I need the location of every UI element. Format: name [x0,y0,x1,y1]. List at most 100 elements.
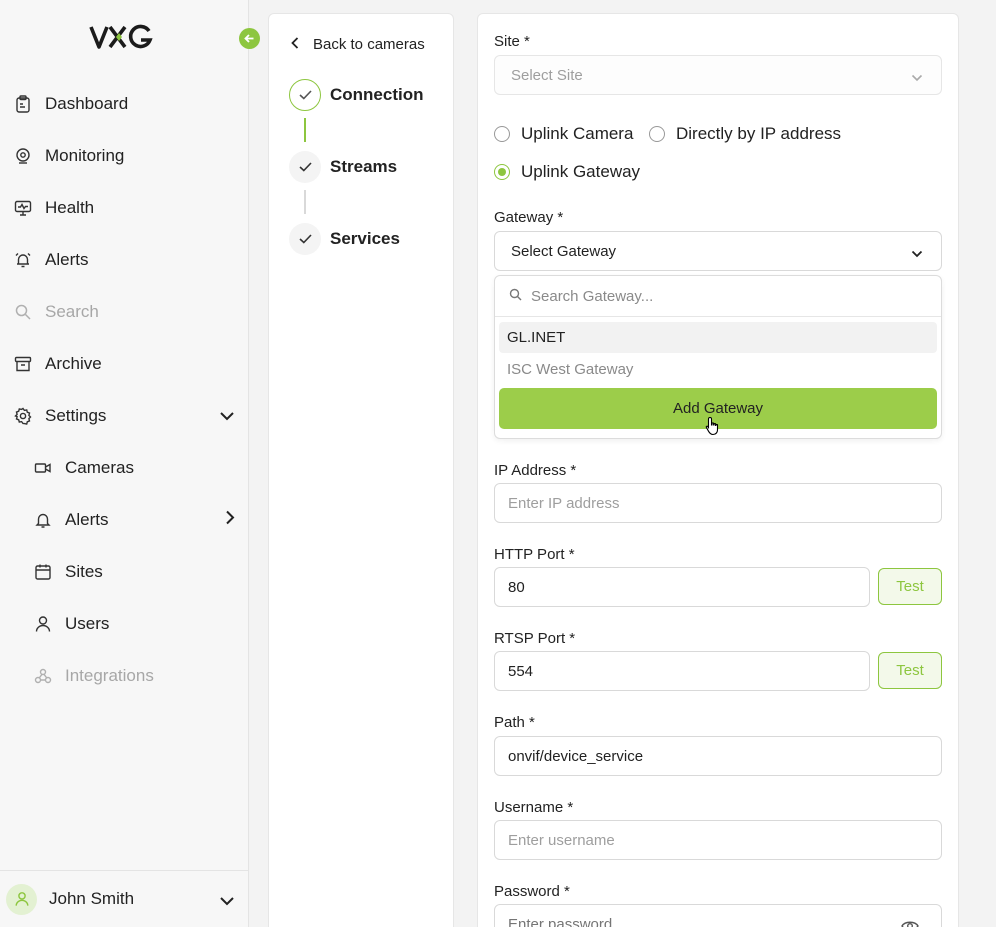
gateway-select[interactable]: Select Gateway [494,231,942,271]
gear-icon [14,407,32,425]
sidebar-item-sites[interactable]: Sites [34,552,103,592]
step-streams[interactable]: Streams [289,151,397,183]
calendar-icon [34,563,52,581]
username-label: Username * [494,799,574,816]
sidebar-item-cameras[interactable]: Cameras [34,448,134,488]
gateway-option[interactable]: ISC West Gateway [499,354,937,385]
sidebar-item-users[interactable]: Users [34,604,109,644]
clipboard-icon [14,95,32,113]
radio-indicator [649,126,665,142]
username-input[interactable] [494,820,942,860]
test-rtsp-port-button[interactable]: Test [878,652,942,689]
hand-cursor-icon [705,416,721,441]
radio-indicator-selected [494,164,510,180]
sidebar-item-archive[interactable]: Archive [14,344,102,384]
rtsp-port-label: RTSP Port * [494,630,576,647]
sidebar-item-label: Alerts [65,510,109,529]
sidebar-item-health[interactable]: Health [14,188,94,228]
sidebar-item-search[interactable]: Search [14,292,99,332]
site-select-value: Select Site [511,66,583,84]
webhook-icon [34,667,52,685]
step-label: Services [330,229,400,248]
gateway-search-placeholder: Search Gateway... [531,287,654,305]
path-label: Path * [494,714,535,731]
sidebar-item-label: Health [45,198,95,217]
bell-icon [34,511,52,529]
gateway-select-value: Select Gateway [511,242,617,260]
site-select[interactable]: Select Site [494,55,942,95]
search-icon [14,303,32,321]
sidebar: Dashboard Monitoring Health Alerts Searc… [0,0,249,927]
radio-label: Uplink Camera [521,124,634,143]
back-link-label: Back to cameras [313,36,425,53]
site-label: Site * [494,33,530,50]
user-menu[interactable]: John Smith [0,870,249,927]
monitor-pulse-icon [14,199,32,217]
sidebar-item-label: Dashboard [45,94,129,113]
webcam-icon [14,147,32,165]
password-field [494,904,942,927]
sidebar-item-label: Sites [65,562,103,581]
sidebar-item-dashboard[interactable]: Dashboard [14,84,128,124]
gateway-search[interactable]: Search Gateway... [495,276,941,317]
radio-uplink-gateway[interactable]: Uplink Gateway [494,162,640,182]
radio-direct-ip[interactable]: Directly by IP address [649,124,841,144]
chevron-right-icon [225,510,235,531]
rtsp-port-input[interactable] [494,651,870,691]
step-connection[interactable]: Connection [289,79,424,111]
vxg-logo[interactable] [89,24,153,55]
sidebar-item-label: Archive [45,354,102,373]
user-icon [34,615,52,633]
password-label: Password * [494,883,570,900]
path-input[interactable] [494,736,942,776]
sidebar-item-settings[interactable]: Settings [14,396,235,436]
sidebar-item-label: Search [45,302,99,321]
step-connector [304,190,306,214]
step-label: Streams [330,157,398,176]
chevron-down-icon [219,406,235,426]
radio-label: Uplink Gateway [521,162,641,181]
back-to-cameras-link[interactable]: Back to cameras [291,36,425,53]
sidebar-item-label: Settings [45,406,107,425]
http-port-label: HTTP Port * [494,546,575,563]
sidebar-item-settings-alerts[interactable]: Alerts [34,500,235,540]
check-icon [289,151,321,183]
radio-label: Directly by IP address [676,124,842,143]
gateway-option[interactable]: GL.INET [499,322,937,353]
step-connector [304,118,306,142]
gateway-label: Gateway * [494,209,564,226]
ip-address-label: IP Address * [494,462,577,479]
connection-form: Site * Select Site Uplink Camera Directl… [477,13,959,927]
sidebar-item-label: Integrations [65,666,154,685]
chevron-down-icon [911,245,923,262]
check-icon [289,79,321,111]
search-icon [509,288,531,305]
video-icon [34,459,52,477]
chevron-left-icon [291,36,313,53]
sidebar-item-label: Monitoring [45,146,125,165]
archive-icon [14,355,32,373]
sidebar-item-alerts[interactable]: Alerts [14,240,88,280]
radio-indicator [494,126,510,142]
chevron-down-icon [911,69,923,86]
user-name: John Smith [49,889,135,908]
password-input[interactable] [508,915,888,927]
avatar [6,883,37,915]
collapse-sidebar-button[interactable] [239,28,260,49]
http-port-input[interactable] [494,567,870,607]
eye-icon[interactable] [901,919,919,927]
step-label: Connection [330,85,424,104]
steps-panel: Back to cameras Connection Streams Servi… [268,13,454,927]
check-icon [289,223,321,255]
sidebar-item-label: Cameras [65,458,134,477]
alarm-clock-icon [14,251,32,269]
ip-address-input[interactable] [494,483,942,523]
radio-uplink-camera[interactable]: Uplink Camera [494,124,633,144]
sidebar-item-monitoring[interactable]: Monitoring [14,136,124,176]
sidebar-item-label: Alerts [45,250,89,269]
test-http-port-button[interactable]: Test [878,568,942,605]
chevron-down-icon [219,893,235,911]
sidebar-item-integrations[interactable]: Integrations [34,656,154,696]
step-services[interactable]: Services [289,223,400,255]
sidebar-item-label: Users [65,614,110,633]
